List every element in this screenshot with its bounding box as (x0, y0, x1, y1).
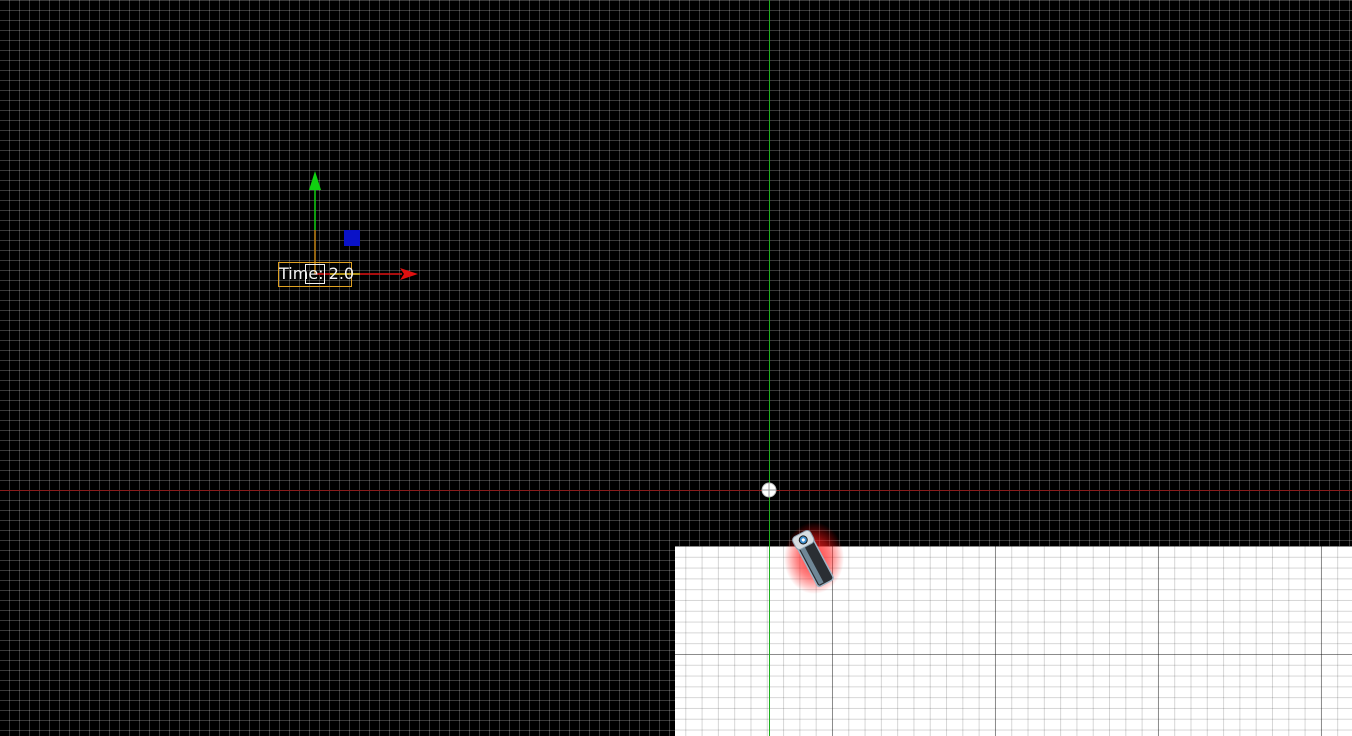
selection-center-handle[interactable] (305, 264, 325, 284)
gizmo-y-arrow-icon (309, 171, 321, 190)
gizmo-x-arrow-icon (400, 268, 418, 280)
world-y-axis-line (769, 0, 770, 736)
gizmo-plane-handle[interactable] (344, 230, 360, 246)
canvas-viewport[interactable]: Time: 2.0 (0, 0, 1352, 736)
camera-node-icon[interactable] (780, 518, 852, 598)
world-x-axis-line (0, 490, 1352, 491)
origin-crosshair-icon (761, 482, 777, 498)
screen-rect-panel (675, 546, 1352, 736)
